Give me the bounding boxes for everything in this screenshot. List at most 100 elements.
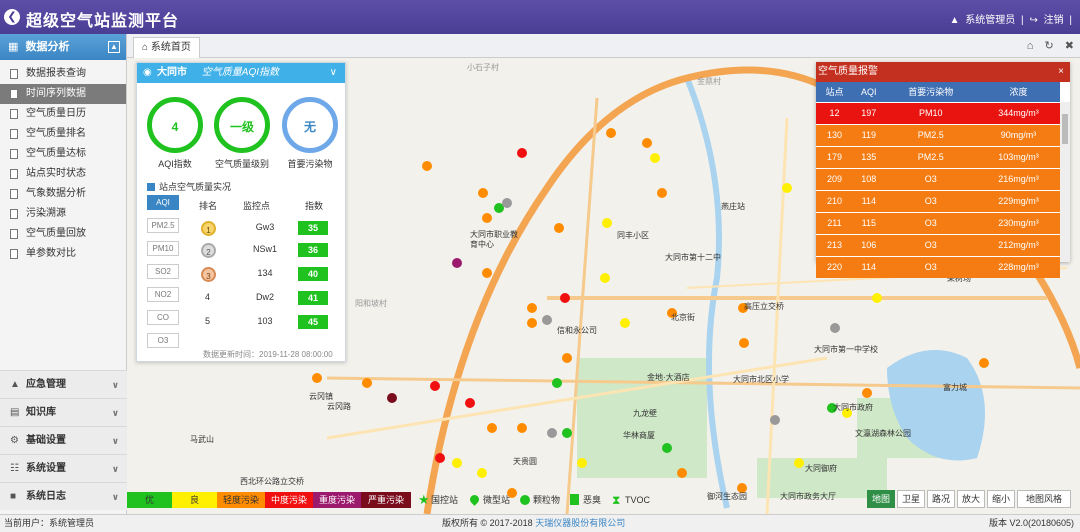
ranking-row[interactable]: 4 Dw2 41	[195, 289, 340, 309]
logout-icon[interactable]: ↪	[1029, 15, 1037, 26]
hourglass-icon: ⧗	[612, 493, 621, 507]
sidebar-group-system-log[interactable]: ■ 系统日志 ∨	[0, 482, 127, 510]
separator: |	[1021, 15, 1024, 26]
chevron-down-icon[interactable]: ∨	[330, 63, 337, 83]
sidebar-item-playback[interactable]: 空气质量回放	[0, 224, 126, 244]
legend-odor: 恶臭	[567, 492, 601, 508]
location-pin-icon: ◉	[143, 67, 152, 78]
alarm-row[interactable]: 209 108 O3 216mg/m³	[816, 167, 1060, 190]
primary-pollutant-ring: 无	[282, 97, 338, 153]
legend-level-heavy: 重度污染	[313, 492, 361, 508]
site-index: 35	[298, 221, 328, 235]
sidebar-group-label: 基础设置	[26, 435, 66, 446]
pollutant-button-no2[interactable]: NO2	[147, 287, 179, 302]
map-button-satellite[interactable]: 卫星	[897, 490, 925, 508]
legend-level-light: 轻度污染	[217, 492, 265, 508]
sidebar-item-compliance[interactable]: 空气质量达标	[0, 144, 126, 164]
alarm-cell-conc: 229mg/m³	[976, 189, 1060, 212]
map-button-zoom-out[interactable]: 缩小	[987, 490, 1015, 508]
sidebar-item-label: 污染溯源	[26, 208, 66, 219]
aqi-index-value: 4	[171, 120, 179, 134]
sidebar-item-source[interactable]: 污染溯源	[0, 204, 126, 224]
aqi-level-value: 一级	[229, 120, 254, 134]
alarm-table: 站点 AQI 首要污染物 浓度 12 197 PM10 344mg/m³ 130 119 P…	[816, 82, 1060, 278]
place-label: 金地·大酒店	[647, 373, 690, 382]
place-label: 同丰小区	[617, 231, 649, 240]
chevron-down-icon: ∨	[111, 436, 119, 446]
map-button-traffic[interactable]: 路况	[927, 490, 955, 508]
alarm-row[interactable]: 12 197 PM10 344mg/m³	[816, 101, 1060, 124]
close-icon[interactable]: ✖	[1065, 40, 1074, 52]
alarm-cell-aqi: 114	[852, 189, 885, 212]
map-button-style[interactable]: 地图风格	[1017, 490, 1071, 508]
place-label: 西北环公路立交桥	[240, 477, 304, 486]
alarm-row[interactable]: 220 114 O3 228mg/m³	[816, 255, 1060, 278]
alarm-row[interactable]: 179 135 PM2.5 103mg/m³	[816, 145, 1060, 168]
alarm-cell-site: 211	[816, 211, 853, 234]
alarm-cell-aqi: 114	[852, 255, 885, 278]
sidebar-item-compare[interactable]: 单参数对比	[0, 244, 126, 264]
sidebar-group-emergency[interactable]: ▲ 应急管理 ∨	[0, 370, 127, 398]
sidebar-item-calendar[interactable]: 空气质量日历	[0, 104, 126, 124]
pollutant-button-pm25[interactable]: PM2.5	[147, 218, 179, 233]
ranking-row[interactable]: 5 103 45	[195, 313, 340, 333]
legend-level-moderate: 中度污染	[265, 492, 313, 508]
scrollbar-thumb[interactable]	[1062, 114, 1068, 144]
pollutant-button-pm10[interactable]: PM10	[147, 241, 179, 256]
alarm-row[interactable]: 130 119 PM2.5 90mg/m³	[816, 123, 1060, 146]
sidebar-item-timeseries[interactable]: 时间序列数据	[0, 84, 126, 104]
gold-medal-icon: 1	[201, 221, 216, 236]
sidebar-item-site-status[interactable]: 站点实时状态	[0, 164, 126, 184]
company-link[interactable]: 天瑞仪器股份有限公司	[535, 518, 625, 528]
ranking-row[interactable]: 2 NSw1 36	[195, 241, 340, 261]
realtime-title: 站点空气质量实况	[147, 180, 231, 193]
sidebar-item-ranking[interactable]: 空气质量排名	[0, 124, 126, 144]
map-button-map[interactable]: 地图	[867, 490, 895, 508]
alarm-cell-site: 130	[816, 123, 853, 146]
collapse-icon[interactable]: ▲	[108, 41, 120, 53]
alarm-cell-conc: 216mg/m³	[976, 167, 1060, 190]
refresh-icon[interactable]: ↻	[1045, 40, 1054, 52]
pollutant-button-co[interactable]: CO	[147, 310, 179, 325]
city-name[interactable]: 大同市	[157, 67, 187, 78]
pollutant-button-aqi[interactable]: AQI	[147, 195, 179, 210]
sidebar-group-system-settings[interactable]: ☷ 系统设置 ∨	[0, 454, 127, 482]
alarm-row[interactable]: 210 114 O3 229mg/m³	[816, 189, 1060, 212]
alarm-row[interactable]: 211 115 O3 230mg/m³	[816, 211, 1060, 234]
pollutant-button-so2[interactable]: SO2	[147, 264, 179, 279]
alarm-cell-conc: 228mg/m³	[976, 255, 1060, 278]
alarm-row[interactable]: 213 106 O3 212mg/m³	[816, 233, 1060, 256]
sidebar-item-report[interactable]: 数据报表查询	[0, 64, 126, 84]
sidebar-item-label: 空气质量日历	[26, 108, 86, 119]
sidebar-item-label: 时间序列数据	[26, 88, 86, 99]
document-icon	[10, 109, 18, 119]
sidebar-group-knowledge[interactable]: ▤ 知识库 ∨	[0, 398, 127, 426]
aqi-index-ring: 4	[147, 97, 203, 153]
sidebar-group-basic-settings[interactable]: ⚙ 基础设置 ∨	[0, 426, 127, 454]
tab-home[interactable]: ⌂ 系统首页	[133, 37, 200, 58]
place-label: 大同市政务大厅	[780, 492, 836, 501]
site-name: 103	[257, 316, 273, 326]
home-icon[interactable]: ⌂	[1027, 40, 1034, 52]
ranking-row[interactable]: 1 Gw3 35	[195, 219, 340, 239]
sidebar-item-weather[interactable]: 气象数据分析	[0, 184, 126, 204]
sidebar-section-header[interactable]: ▦ 数据分析 ▲	[0, 34, 126, 60]
col-site: 监控点	[243, 201, 271, 211]
user-name[interactable]: 系统管理员	[965, 15, 1015, 26]
map-legend: 优 良 轻度污染 中度污染 重度污染 严重污染 ★ 国控站 微型站 颗粒物 恶臭 …	[127, 490, 650, 510]
legend-micro-station: 微型站	[467, 492, 510, 508]
close-icon[interactable]: ×	[1058, 62, 1064, 82]
footer: 当前用户：系统管理员 版权所有 © 2017-2018 天瑞仪器股份有限公司 版…	[0, 514, 1080, 532]
logout-link[interactable]: 注销	[1044, 15, 1064, 26]
back-icon[interactable]: ❮	[4, 9, 20, 25]
alarm-cell-site: 220	[816, 255, 853, 278]
pollutant-button-o3[interactable]: O3	[147, 333, 179, 348]
place-label: 燕庄站	[721, 202, 745, 211]
map-button-zoom-in[interactable]: 放大	[957, 490, 985, 508]
document-icon	[10, 189, 18, 199]
scrollbar[interactable]	[1060, 102, 1070, 262]
legend-particulate: 颗粒物	[517, 492, 560, 508]
drop-icon	[520, 495, 530, 505]
sidebar-group-label: 知识库	[26, 407, 56, 418]
ranking-row[interactable]: 3 134 40	[195, 265, 340, 285]
